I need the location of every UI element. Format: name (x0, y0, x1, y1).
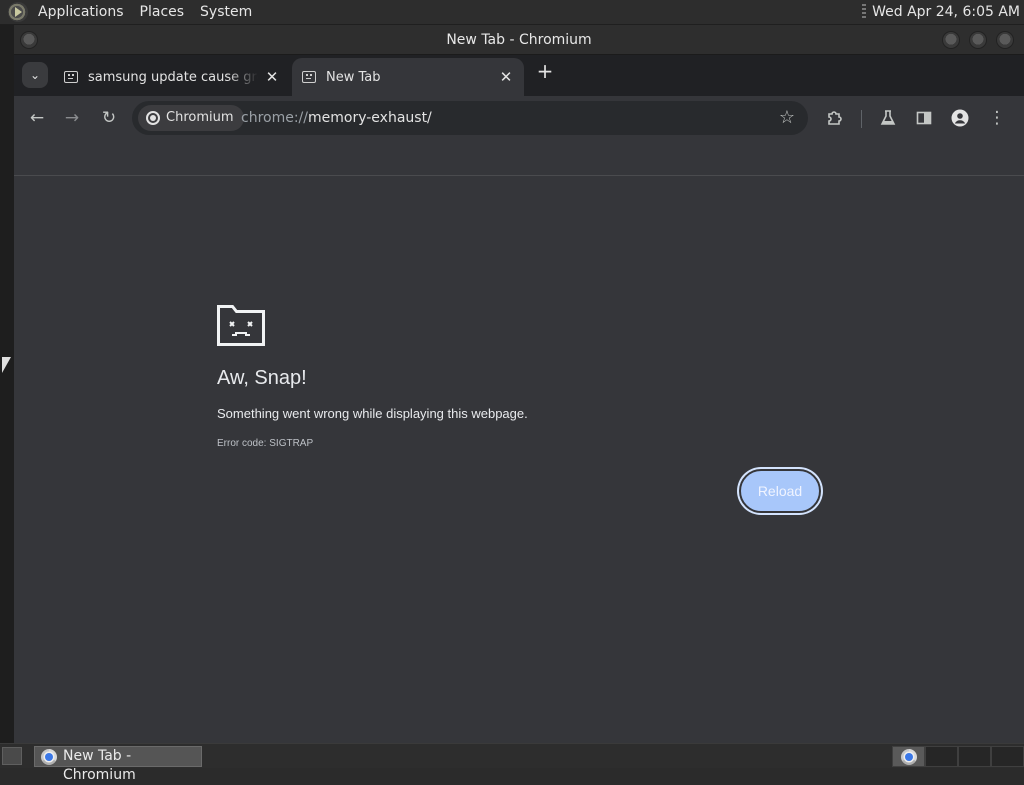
sad-tab-icon (64, 71, 78, 83)
bookmark-bar (14, 140, 1024, 176)
tab-samsung-update[interactable]: samsung update cause green ✕ (50, 58, 290, 96)
account-icon (951, 109, 969, 127)
minimize-button[interactable] (942, 31, 960, 49)
profile-button[interactable] (947, 105, 973, 131)
menu-applications[interactable]: Applications (30, 0, 132, 25)
taskbar-window-button[interactable]: New Tab - Chromium (34, 746, 202, 783)
extensions-button[interactable] (822, 105, 848, 131)
workspace-4[interactable] (991, 746, 1024, 767)
bookmark-star-button[interactable]: ☆ (774, 105, 800, 131)
flask-icon (880, 110, 896, 125)
site-info-chip[interactable]: Chromium (138, 105, 244, 131)
crash-page: Aw, Snap! Something went wrong while dis… (14, 176, 1024, 743)
tab-strip: ⌄ samsung update cause green ✕ New Tab ✕… (14, 56, 1024, 96)
chevron-down-icon: ⌄ (29, 68, 41, 82)
address-bar[interactable]: Chromium chrome://memory-exhaust/ ☆ (132, 101, 808, 135)
forward-button[interactable]: → (59, 105, 85, 131)
url-scheme: chrome:// (241, 110, 308, 126)
url-host: memory-exhaust/ (308, 110, 432, 126)
gnome-foot-icon[interactable] (8, 2, 28, 22)
tab-label: samsung update cause green (88, 69, 258, 85)
site-chip-label: Chromium (166, 110, 234, 125)
workspace-switcher (892, 746, 1024, 767)
window-title: New Tab - Chromium (446, 32, 592, 48)
arrow-left-icon: ← (29, 108, 45, 128)
top-panel: Applications Places System Wed Apr 24, 6… (0, 0, 1024, 25)
browser-window: New Tab - Chromium ⌄ samsung update caus… (14, 25, 1024, 743)
side-panel-button[interactable] (911, 105, 937, 131)
menu-system[interactable]: System (192, 0, 260, 25)
three-dots-vertical-icon: ⋮ (988, 108, 1006, 128)
plus-icon: + (536, 59, 554, 83)
close-tab-icon[interactable]: ✕ (498, 69, 514, 85)
mouse-pointer-icon (2, 357, 11, 373)
clock[interactable]: Wed Apr 24, 6:05 AM (872, 4, 1020, 20)
error-code: Error code: SIGTRAP (217, 438, 314, 449)
tray-handle-icon (862, 4, 867, 20)
sad-folder-icon (217, 305, 265, 346)
refresh-icon: ↻ (101, 108, 117, 128)
chromium-icon (901, 749, 917, 765)
taskbar-window-label: New Tab - Chromium (63, 748, 136, 783)
workspace-3[interactable] (958, 746, 991, 767)
arrow-right-icon: → (64, 108, 80, 128)
workspace-1[interactable] (892, 746, 925, 767)
tab-search-button[interactable]: ⌄ (22, 62, 48, 88)
sad-tab-icon (302, 71, 316, 83)
panel-tray: Wed Apr 24, 6:05 AM (862, 4, 1024, 20)
puzzle-piece-icon (828, 111, 842, 125)
desktop-edge (0, 25, 14, 743)
labs-button[interactable] (875, 105, 901, 131)
workspace-2[interactable] (925, 746, 958, 767)
new-tab-button[interactable]: + (534, 60, 556, 82)
chromium-icon (41, 749, 57, 765)
toolbar-divider (861, 110, 862, 128)
chromium-icon (146, 111, 160, 125)
tab-new-tab[interactable]: New Tab ✕ (292, 58, 524, 96)
bottom-panel: New Tab - Chromium (0, 743, 1024, 783)
close-window-button[interactable] (996, 31, 1014, 49)
browser-toolbar: ← → ↻ Chromium chrome://memory-exhaust/ … (14, 96, 1024, 140)
back-button[interactable]: ← (24, 105, 50, 131)
reload-toolbar-button[interactable]: ↻ (96, 105, 122, 131)
maximize-button[interactable] (969, 31, 987, 49)
crash-message: Something went wrong while displaying th… (217, 406, 528, 421)
tab-label: New Tab (326, 69, 381, 85)
url-text[interactable]: chrome://memory-exhaust/ (241, 101, 432, 135)
star-icon: ☆ (778, 107, 796, 128)
side-panel-icon (916, 111, 932, 125)
crash-title: Aw, Snap! (217, 367, 307, 389)
menu-places[interactable]: Places (132, 0, 193, 25)
reload-button[interactable]: Reload (739, 469, 821, 513)
window-titlebar[interactable]: New Tab - Chromium (14, 25, 1024, 55)
show-desktop-button[interactable] (2, 747, 22, 765)
menu-button[interactable]: ⋮ (984, 105, 1010, 131)
close-tab-icon[interactable]: ✕ (264, 69, 280, 85)
panel-menu-bar: Applications Places System (0, 0, 260, 24)
